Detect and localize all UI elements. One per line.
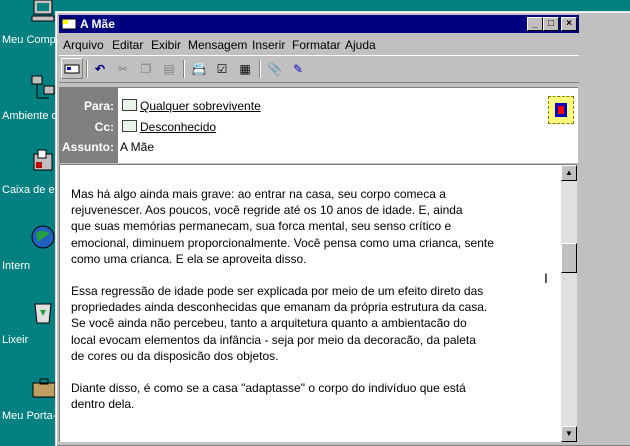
internet-icon xyxy=(31,225,55,249)
check-names-button[interactable]: ☑ xyxy=(211,58,233,79)
toolbar-separator xyxy=(259,60,261,78)
select-recipients-button[interactable]: ▦ xyxy=(234,58,256,79)
toolbar-separator xyxy=(183,60,185,78)
address-book-icon: 📇 xyxy=(191,61,207,76)
signature-button[interactable]: ✎ xyxy=(287,58,309,79)
inbox-icon xyxy=(33,149,53,171)
to-label: Para: xyxy=(83,99,114,113)
menu-ajuda[interactable]: Ajuda xyxy=(345,38,376,52)
paragraph: Mas há algo ainda mais grave: ao entrar … xyxy=(71,187,494,266)
message-text[interactable]: Mas há algo ainda mais grave: ao entrar … xyxy=(71,186,541,428)
cc-label: Cc: xyxy=(94,120,114,134)
cut-icon: ✂ xyxy=(117,61,129,76)
title-bar[interactable]: A Mãe _ □ × xyxy=(59,15,579,33)
desktop-icon-label: Lixeir xyxy=(2,334,29,346)
desktop-icon-label: Meu Porta- xyxy=(2,410,57,422)
address-book-button[interactable]: 📇 xyxy=(188,58,210,79)
to-field[interactable]: Qualquer sobrevivente xyxy=(122,99,261,113)
desktop-icon-label: Ambiente c xyxy=(2,110,58,122)
menu-mensagem[interactable]: Mensagem xyxy=(188,38,247,52)
copy-button[interactable]: ❐ xyxy=(135,58,157,79)
attach-icon: 📎 xyxy=(267,61,283,76)
subject-field[interactable]: A Mãe xyxy=(120,140,154,154)
attach-button[interactable]: 📎 xyxy=(264,58,286,79)
desktop-icon-inbox[interactable]: Caixa de e xyxy=(0,148,56,208)
desktop-icon-label: Intern xyxy=(2,260,31,272)
desktop-icon-briefcase[interactable]: Meu Porta- xyxy=(0,374,56,434)
send-button[interactable] xyxy=(61,58,83,79)
toolbar: ↶ ✂ ❐ ▤ 📇 ☑ ▦ 📎 ✎ xyxy=(59,55,579,83)
copy-icon: ❐ xyxy=(140,61,152,76)
cc-field[interactable]: Desconhecido xyxy=(122,120,216,134)
paste-button[interactable]: ▤ xyxy=(158,58,180,79)
desktop-icon-my-computer[interactable]: Meu Comp xyxy=(0,0,56,58)
recycle-bin-icon xyxy=(34,303,52,324)
cut-button[interactable]: ✂ xyxy=(112,58,134,79)
header-labels: Para: Cc: Assunto: xyxy=(60,88,118,163)
menu-formatar[interactable]: Formatar xyxy=(292,38,341,52)
message-window: A Mãe _ □ × Arquivo Editar Exibir Mensag… xyxy=(55,11,630,446)
to-recipient[interactable]: Qualquer sobrevivente xyxy=(140,99,261,113)
menu-arquivo[interactable]: Arquivo xyxy=(63,38,104,52)
desktop-icon-internet[interactable]: Intern xyxy=(0,224,56,284)
menu-editar[interactable]: Editar xyxy=(112,38,143,52)
contact-card-icon xyxy=(122,120,137,132)
check-names-icon: ☑ xyxy=(216,61,228,76)
desktop-icon-network[interactable]: Ambiente c xyxy=(0,74,58,134)
toolbar-separator xyxy=(86,60,88,78)
text-cursor-icon: I xyxy=(544,270,548,286)
subject-label: Assunto: xyxy=(62,140,114,154)
undo-icon: ↶ xyxy=(94,61,106,76)
computer-icon xyxy=(31,0,55,22)
paste-icon: ▤ xyxy=(163,61,175,76)
desktop-icon-label: Meu Comp xyxy=(2,34,56,46)
subject-value: A Mãe xyxy=(120,140,155,154)
scroll-thumb[interactable] xyxy=(561,243,577,273)
window-title: A Mãe xyxy=(80,17,115,31)
paragraph: Diante disso, é como se a casa "adaptass… xyxy=(71,381,466,412)
close-button[interactable]: × xyxy=(561,17,577,31)
cc-recipient[interactable]: Desconhecido xyxy=(140,120,216,134)
minimize-button[interactable]: _ xyxy=(527,17,543,31)
maximize-button[interactable]: □ xyxy=(543,17,559,31)
menu-bar: Arquivo Editar Exibir Mensagem Inserir F… xyxy=(59,35,579,53)
desktop-icon-recycle-bin[interactable]: Lixeir xyxy=(0,298,56,358)
stationery-stamp-icon xyxy=(548,96,574,124)
briefcase-icon xyxy=(32,378,56,398)
message-icon xyxy=(61,18,77,30)
message-header: Para: Cc: Assunto: Qualquer sobrevivente… xyxy=(59,87,578,163)
undo-button[interactable]: ↶ xyxy=(89,58,111,79)
signature-icon: ✎ xyxy=(292,61,304,76)
desktop-icon-label: Caixa de e xyxy=(2,184,55,196)
scroll-up-button[interactable]: ▲ xyxy=(561,165,577,181)
vertical-scrollbar[interactable]: ▲ ▼ xyxy=(561,165,577,442)
network-icon xyxy=(31,75,55,99)
contact-card-icon xyxy=(122,99,137,111)
select-recipients-icon: ▦ xyxy=(239,61,251,76)
send-icon xyxy=(64,64,80,73)
menu-inserir[interactable]: Inserir xyxy=(252,38,285,52)
paragraph: Essa regressão de idade pode ser explica… xyxy=(71,284,488,363)
scroll-down-button[interactable]: ▼ xyxy=(561,426,577,442)
menu-exibir[interactable]: Exibir xyxy=(151,38,181,52)
message-body[interactable]: Mas há algo ainda mais grave: ao entrar … xyxy=(59,164,577,442)
